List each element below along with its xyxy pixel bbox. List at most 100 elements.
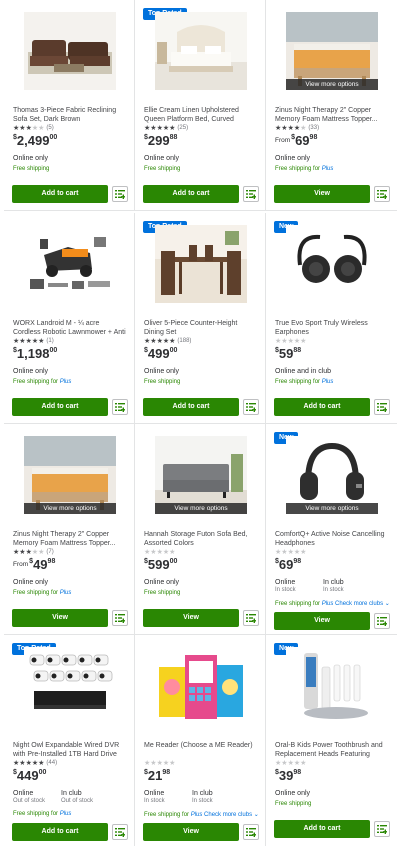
view-button[interactable]: View bbox=[143, 609, 239, 627]
product-card[interactable]: WORX Landroid M - ¼ acre Cordless Roboti… bbox=[4, 213, 135, 424]
chevron-down-icon: ⌄ bbox=[384, 601, 390, 607]
add-to-list-icon bbox=[377, 824, 387, 834]
add-to-cart-button[interactable]: Add to cart bbox=[274, 820, 370, 838]
add-to-list-button[interactable] bbox=[374, 186, 390, 202]
product-card[interactable]: View more options Zinus Night Therapy 2" … bbox=[266, 0, 397, 211]
price-dollars: 2,499 bbox=[16, 133, 50, 148]
add-to-list-button[interactable] bbox=[374, 821, 390, 837]
product-image[interactable] bbox=[24, 12, 116, 90]
add-to-cart-button[interactable]: Add to cart bbox=[143, 398, 239, 416]
product-card[interactable]: Top RatedNight Owl Expandable Wired DVR … bbox=[4, 635, 135, 846]
add-to-list-icon bbox=[115, 189, 125, 199]
view-button[interactable]: View bbox=[274, 612, 370, 630]
product-image[interactable] bbox=[286, 225, 378, 303]
product-image[interactable]: View more options bbox=[286, 436, 378, 514]
plus-label: Plus bbox=[59, 811, 72, 817]
add-to-list-button[interactable] bbox=[243, 824, 259, 840]
star-icon: ★ bbox=[300, 549, 307, 556]
view-more-options[interactable]: View more options bbox=[286, 79, 378, 90]
add-to-list-icon bbox=[246, 827, 256, 837]
star-icon: ★ bbox=[169, 338, 176, 345]
price-cents: 98 bbox=[293, 769, 302, 776]
product-title[interactable]: Hannah Storage Futon Sofa Bed, Assorted … bbox=[144, 530, 259, 548]
product-title[interactable]: Oliver 5-Piece Counter-Height Dining Set bbox=[144, 319, 259, 337]
shipping-info: Free shipping for Plus Check more clubs … bbox=[144, 812, 259, 818]
product-card[interactable]: View more options Hannah Storage Futon So… bbox=[135, 424, 266, 635]
price-dollars: 449 bbox=[16, 768, 39, 783]
price-dollars: 69 bbox=[295, 133, 310, 148]
add-to-cart-button[interactable]: Add to cart bbox=[143, 185, 239, 203]
product-title[interactable]: Me Reader (Choose a ME Reader) bbox=[144, 741, 259, 750]
product-rating: ★★★★★ bbox=[275, 759, 306, 767]
product-price: $69 98 bbox=[275, 557, 301, 572]
product-price: $449 00 bbox=[13, 768, 46, 783]
product-image[interactable]: View more options bbox=[286, 12, 378, 90]
product-card[interactable]: Top RatedEllie Cream Linen Upholstered Q… bbox=[135, 0, 266, 211]
price-dollars: 1,198 bbox=[16, 346, 50, 361]
product-title[interactable]: Zinus Night Therapy 2" Copper Memory Foa… bbox=[275, 106, 390, 124]
add-to-list-button[interactable] bbox=[374, 613, 390, 629]
add-to-cart-button[interactable]: Add to cart bbox=[12, 823, 108, 841]
product-rating: ★★★★★ (25) bbox=[144, 124, 188, 132]
price-dollars: 59 bbox=[278, 346, 294, 361]
product-price: $2,499 00 bbox=[13, 133, 57, 148]
product-image[interactable] bbox=[24, 647, 116, 725]
product-image[interactable] bbox=[155, 647, 247, 725]
product-card[interactable]: NewOral-B Kids Power Toothbrush and Repl… bbox=[266, 635, 397, 846]
price-cents: 98 bbox=[162, 769, 171, 776]
add-to-list-button[interactable] bbox=[374, 399, 390, 415]
add-to-list-icon bbox=[377, 616, 387, 626]
review-count: (7) bbox=[46, 549, 54, 555]
shipping-info: Free shipping for Plus Check more clubs … bbox=[275, 601, 390, 607]
shipping-info: Free shipping bbox=[275, 801, 312, 807]
add-to-cart-button[interactable]: Add to cart bbox=[12, 185, 108, 203]
shipping-info: Free shipping for Plus bbox=[13, 811, 72, 817]
add-to-list-button[interactable] bbox=[243, 610, 259, 626]
product-card[interactable]: Top RatedOliver 5-Piece Counter-Height D… bbox=[135, 213, 266, 424]
product-card[interactable]: View more options Zinus Night Therapy 2" … bbox=[4, 424, 135, 635]
product-image[interactable]: View more options bbox=[24, 436, 116, 514]
product-card[interactable]: NewTrue Evo Sport Truly Wireless Earphon… bbox=[266, 213, 397, 424]
add-to-cart-button[interactable]: Add to cart bbox=[274, 398, 370, 416]
product-card[interactable]: Me Reader (Choose a ME Reader) ★★★★★ $21 98… bbox=[135, 635, 266, 846]
check-more-clubs-link[interactable]: Check more clubs ⌄ bbox=[335, 601, 390, 607]
product-image[interactable] bbox=[24, 225, 116, 303]
product-image[interactable] bbox=[155, 12, 247, 90]
add-to-cart-button[interactable]: Add to cart bbox=[12, 398, 108, 416]
price-cents: 98 bbox=[47, 558, 56, 565]
price-cents: 00 bbox=[38, 769, 47, 776]
product-title[interactable]: True Evo Sport Truly Wireless Earphones bbox=[275, 319, 390, 337]
plus-label: Plus bbox=[321, 166, 334, 172]
product-grid: Thomas 3-Piece Fabric Reclining Sofa Set… bbox=[0, 0, 400, 846]
view-more-options[interactable]: View more options bbox=[155, 503, 247, 514]
plus-label: Plus bbox=[321, 379, 334, 385]
product-title[interactable]: WORX Landroid M - ¼ acre Cordless Roboti… bbox=[13, 319, 128, 337]
product-title[interactable]: Thomas 3-Piece Fabric Reclining Sofa Set… bbox=[13, 106, 128, 124]
product-card[interactable]: NewView more optionsComfortQ+ Active Noi… bbox=[266, 424, 397, 635]
view-more-options[interactable]: View more options bbox=[286, 503, 378, 514]
product-title[interactable]: ComfortQ+ Active Noise Cancelling Headph… bbox=[275, 530, 390, 548]
product-title[interactable]: Night Owl Expandable Wired DVR with Pre-… bbox=[13, 741, 128, 759]
product-title[interactable]: Ellie Cream Linen Upholstered Queen Plat… bbox=[144, 106, 259, 124]
add-to-list-button[interactable] bbox=[243, 399, 259, 415]
availability: Online In stock bbox=[275, 579, 296, 593]
product-title[interactable]: Zinus Night Therapy 2" Copper Memory Foa… bbox=[13, 530, 128, 548]
check-more-clubs-link[interactable]: Check more clubs ⌄ bbox=[204, 812, 259, 818]
add-to-list-button[interactable] bbox=[112, 399, 128, 415]
product-image[interactable]: View more options bbox=[155, 436, 247, 514]
view-more-options[interactable]: View more options bbox=[24, 503, 116, 514]
add-to-list-icon bbox=[246, 189, 256, 199]
add-to-list-button[interactable] bbox=[112, 610, 128, 626]
shipping-info: Free shipping for Plus bbox=[13, 379, 72, 385]
view-button[interactable]: View bbox=[143, 823, 239, 841]
add-to-list-button[interactable] bbox=[112, 824, 128, 840]
product-title[interactable]: Oral-B Kids Power Toothbrush and Replace… bbox=[275, 741, 390, 759]
product-image[interactable] bbox=[286, 647, 378, 725]
add-to-list-button[interactable] bbox=[112, 186, 128, 202]
view-button[interactable]: View bbox=[12, 609, 108, 627]
add-to-list-button[interactable] bbox=[243, 186, 259, 202]
product-image[interactable] bbox=[155, 225, 247, 303]
view-button[interactable]: View bbox=[274, 185, 370, 203]
product-card[interactable]: Thomas 3-Piece Fabric Reclining Sofa Set… bbox=[4, 0, 135, 211]
product-price: From $49 98 bbox=[13, 557, 55, 572]
